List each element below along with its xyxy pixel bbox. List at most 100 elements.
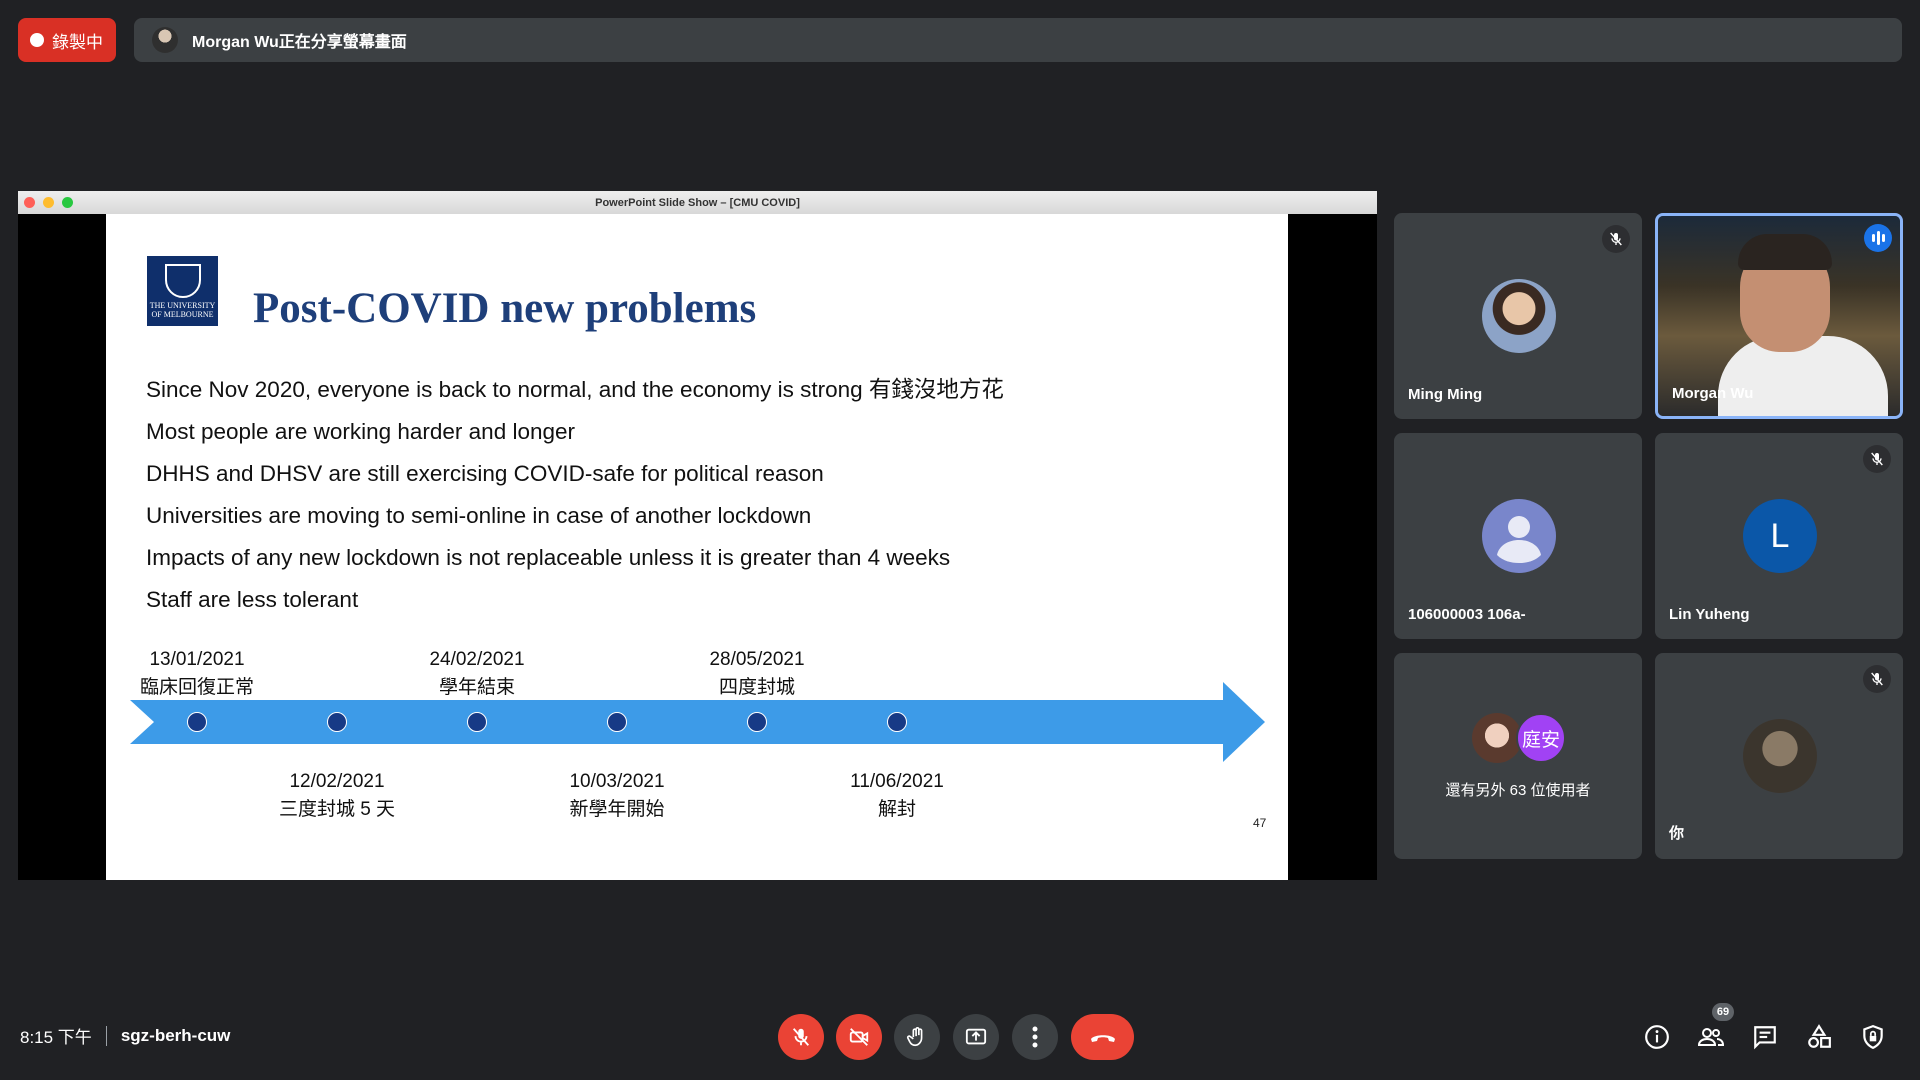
activities-icon (1808, 1024, 1831, 1048)
meeting-info: 8:15 下午 sgz-berh-cuw (20, 1023, 230, 1048)
initial-avatar: 庭安 (1516, 713, 1566, 763)
avatar (1482, 279, 1556, 353)
default-avatar (1482, 499, 1556, 573)
chat-icon (1754, 1026, 1776, 1050)
maximize-window-icon (62, 197, 73, 208)
avatar (1743, 719, 1817, 793)
timeline-date: 13/01/2021 (149, 649, 245, 670)
host-controls-button[interactable] (1856, 1020, 1890, 1054)
bullet-item: DHHS and DHSV are still exercising COVID… (146, 461, 824, 486)
timeline-dot (187, 712, 207, 732)
timeline-event: 24/02/2021 學年結束 (377, 646, 577, 702)
video-person-hair (1738, 234, 1832, 270)
info-icon (1645, 1025, 1669, 1049)
participant-name: 106000003 106a- (1408, 606, 1526, 623)
microphone-toggle-button[interactable] (778, 1014, 824, 1060)
participant-tile[interactable]: 106000003 106a- (1394, 433, 1642, 639)
screen-share-text: Morgan Wu正在分享螢幕畫面 (192, 34, 407, 51)
participants-button[interactable] (1694, 1020, 1728, 1054)
timeline-dot (467, 712, 487, 732)
screen-share-banner: Morgan Wu正在分享螢幕畫面 (134, 18, 1902, 62)
participant-name: 你 (1669, 825, 1685, 842)
timeline-label: 解封 (877, 799, 916, 820)
divider (105, 1025, 107, 1046)
mic-off-icon (792, 1028, 810, 1046)
timeline-label: 三度封城 5 天 (278, 799, 396, 820)
close-window-icon (24, 197, 35, 208)
timeline-label: 四度封城 (718, 677, 795, 698)
logo-text: THE UNIVERSITY OF MELBOURNE (149, 301, 216, 320)
present-icon (965, 1028, 987, 1045)
timeline-event: 28/05/2021 四度封城 (657, 646, 857, 702)
mic-off-icon (1863, 445, 1891, 473)
bullet-item: Impacts of any new lockdown is not repla… (146, 545, 951, 570)
people-icon (1697, 1028, 1725, 1046)
bullet-item: Staff are less tolerant (146, 587, 359, 612)
timeline-event: 12/02/2021 三度封城 5 天 (237, 768, 437, 824)
more-vert-icon (1032, 1026, 1038, 1048)
person-icon (1497, 516, 1541, 563)
timeline-event: 13/01/2021 臨床回復正常 (97, 646, 297, 702)
participant-name: Lin Yuheng (1669, 606, 1750, 623)
participant-tile[interactable]: Ming Ming (1394, 213, 1642, 419)
leave-call-button[interactable] (1071, 1014, 1134, 1060)
timeline-arrow-bar (130, 700, 1228, 744)
timeline-label: 學年結束 (438, 677, 515, 698)
timeline-event: 10/03/2021 新學年開始 (517, 768, 717, 824)
slide-number: 47 (1253, 816, 1267, 830)
record-dot-icon (30, 33, 44, 47)
presentation-titlebar: PowerPoint Slide Show – [CMU COVID] (18, 191, 1377, 214)
timeline-dot (887, 712, 907, 732)
crest-icon (164, 264, 201, 299)
more-participants-label: 還有另外 63 位使用者 (1445, 782, 1591, 799)
timeline-arrow-head (1223, 682, 1265, 762)
meeting-details-button[interactable] (1640, 1020, 1674, 1054)
timeline-date: 12/02/2021 (289, 771, 385, 792)
bullet-item: Universities are moving to semi-online i… (146, 503, 812, 528)
participant-tile-active-speaker[interactable]: Morgan Wu (1655, 213, 1903, 419)
hang-up-icon (1090, 1035, 1115, 1042)
hand-icon (907, 1027, 923, 1047)
clock-time: 8:15 下午 (20, 1028, 92, 1047)
participant-count-badge: 69 (1712, 1003, 1734, 1021)
slide-title: Post-COVID new problems (253, 285, 757, 332)
camera-off-icon (849, 1028, 869, 1046)
activities-button[interactable] (1802, 1020, 1836, 1054)
timeline: 13/01/2021 臨床回復正常 12/02/2021 三度封城 5 天 24… (130, 649, 1270, 820)
presenter-avatar (152, 27, 178, 53)
participant-tile[interactable]: L Lin Yuheng (1655, 433, 1903, 639)
slide-bullets: Since Nov 2020, everyone is back to norm… (146, 369, 1004, 621)
speaking-indicator-icon (1864, 224, 1892, 252)
presentation-window-title: PowerPoint Slide Show – [CMU COVID] (595, 196, 800, 209)
chat-button[interactable] (1748, 1020, 1782, 1054)
university-logo: THE UNIVERSITY OF MELBOURNE (147, 256, 218, 326)
participant-name: Ming Ming (1408, 386, 1483, 403)
self-tile[interactable]: 你 (1655, 653, 1903, 859)
recording-badge: 錄製中 (18, 18, 116, 62)
timeline-dot (327, 712, 347, 732)
presentation-window: PowerPoint Slide Show – [CMU COVID] THE … (18, 191, 1377, 880)
timeline-date: 28/05/2021 (709, 649, 805, 670)
recording-label: 錄製中 (52, 32, 103, 52)
timeline-label: 臨床回復正常 (139, 677, 254, 698)
shield-lock-icon (1863, 1025, 1883, 1050)
timeline-date: 11/06/2021 (850, 771, 944, 792)
mic-off-icon (1863, 665, 1891, 693)
raise-hand-button[interactable] (894, 1014, 940, 1060)
window-controls (24, 197, 73, 208)
minimize-window-icon (43, 197, 54, 208)
participant-name: Morgan Wu (1672, 385, 1754, 402)
more-options-button[interactable] (1012, 1014, 1058, 1060)
timeline-label: 新學年開始 (569, 799, 665, 820)
mic-off-icon (1602, 225, 1630, 253)
timeline-date: 10/03/2021 (569, 771, 665, 792)
timeline-event: 11/06/2021 解封 (797, 768, 997, 824)
slide: THE UNIVERSITY OF MELBOURNE Post-COVID n… (106, 214, 1288, 880)
present-screen-button[interactable] (953, 1014, 999, 1060)
avatar (1472, 713, 1522, 763)
timeline-dot (747, 712, 767, 732)
bullet-item: Since Nov 2020, everyone is back to norm… (146, 377, 1004, 402)
initial-avatar: L (1743, 499, 1817, 573)
camera-toggle-button[interactable] (836, 1014, 882, 1060)
more-participants-tile[interactable]: 庭安 還有另外 63 位使用者 (1394, 653, 1642, 859)
